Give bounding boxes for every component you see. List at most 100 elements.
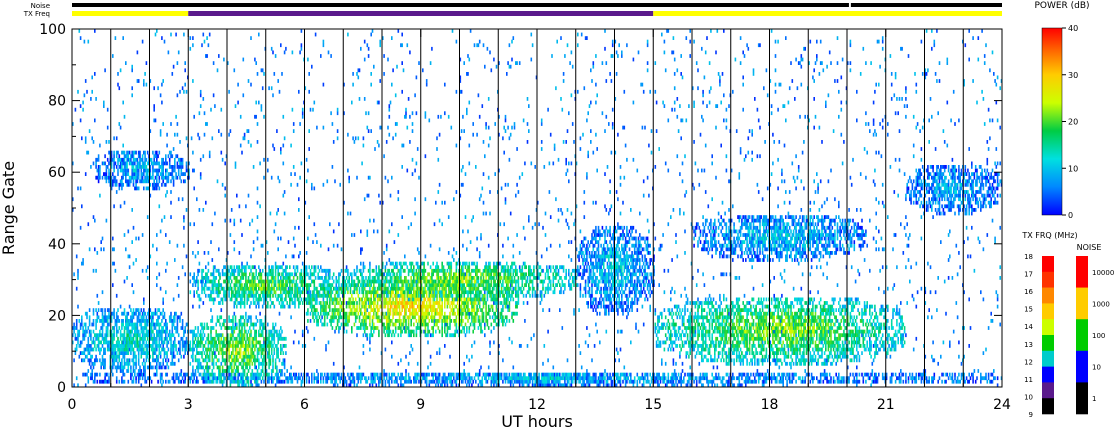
- echo-cell: [224, 193, 226, 198]
- echo-cell: [290, 182, 292, 187]
- echo-cell: [406, 43, 409, 48]
- echo-cell: [349, 304, 352, 309]
- echo-cell: [103, 322, 105, 327]
- echo-cell: [397, 190, 400, 194]
- echo-cell: [358, 301, 361, 305]
- echo-cell: [269, 354, 272, 359]
- echo-cell: [362, 136, 365, 141]
- echo-cell: [163, 315, 166, 320]
- echo-cell: [272, 93, 274, 98]
- echo-cell: [215, 329, 217, 334]
- echo-cell: [183, 243, 185, 248]
- echo-cell: [327, 279, 330, 284]
- echo-cell: [277, 268, 279, 273]
- echo-cell: [192, 365, 194, 370]
- echo-cell: [174, 258, 176, 262]
- echo-cell: [219, 369, 221, 373]
- echo-cell: [220, 132, 223, 137]
- echo-cell: [254, 276, 256, 280]
- echo-cell: [130, 179, 132, 184]
- echo-cell: [281, 297, 283, 302]
- echo-cell: [239, 361, 242, 366]
- echo-cell: [232, 290, 234, 295]
- echo-cell: [123, 365, 126, 370]
- echo-cell: [117, 72, 119, 76]
- echo-cell: [313, 372, 316, 377]
- echo-cell: [366, 336, 369, 341]
- echo-cell: [327, 311, 330, 316]
- echo-cell: [118, 340, 121, 345]
- echo-cell: [131, 283, 133, 287]
- echo-cell: [193, 276, 195, 280]
- echo-cell: [326, 379, 329, 384]
- echo-cell: [212, 272, 215, 277]
- echo-cell: [137, 236, 140, 241]
- echo-cell: [145, 82, 148, 87]
- echo-cell: [87, 369, 90, 373]
- echo-cell: [87, 379, 90, 384]
- echo-cell: [172, 376, 175, 381]
- echo-cell: [309, 268, 312, 273]
- echo-cell: [273, 147, 276, 151]
- echo-cell: [270, 329, 273, 334]
- echo-cell: [199, 104, 202, 108]
- echo-cell: [162, 379, 164, 384]
- echo-cell: [207, 261, 210, 266]
- echo-cell: [312, 315, 314, 320]
- echo-cell: [91, 354, 93, 359]
- echo-cell: [287, 379, 290, 384]
- echo-cell: [393, 240, 396, 244]
- echo-cell: [260, 272, 263, 277]
- echo-cell: [230, 297, 233, 302]
- echo-cell: [193, 272, 195, 277]
- echo-cell: [125, 175, 127, 180]
- echo-cell: [219, 322, 221, 327]
- echo-cell: [238, 204, 241, 209]
- echo-cell: [134, 372, 136, 377]
- echo-cell: [166, 354, 168, 359]
- echo-cell: [176, 154, 179, 159]
- echo-cell: [234, 286, 237, 291]
- echo-cell: [113, 311, 115, 316]
- echo-cell: [156, 361, 158, 366]
- echo-cell: [236, 304, 238, 309]
- echo-cell: [251, 369, 254, 373]
- echo-cell: [273, 376, 276, 381]
- echo-cell: [336, 243, 339, 248]
- echo-cell: [373, 229, 375, 234]
- echo-cell: [177, 333, 180, 338]
- echo-cell: [398, 315, 401, 320]
- echo-cell: [405, 369, 407, 373]
- echo-cell: [176, 161, 179, 166]
- echo-cell: [429, 243, 432, 248]
- echo-cell: [402, 283, 405, 287]
- echo-cell: [280, 43, 282, 48]
- echo-cell: [392, 268, 394, 273]
- echo-cell: [360, 326, 362, 330]
- echo-cell: [137, 315, 140, 320]
- echo-cell: [243, 333, 246, 338]
- echo-cell: [158, 186, 161, 191]
- echo-cell: [388, 333, 391, 338]
- echo-cell: [104, 308, 106, 312]
- echo-cell: [394, 329, 397, 334]
- echo-cell: [373, 322, 375, 327]
- echo-cell: [174, 340, 176, 345]
- echo-cell: [156, 311, 158, 316]
- echo-cell: [174, 379, 176, 384]
- echo-cell: [383, 376, 385, 381]
- echo-cell: [305, 379, 308, 384]
- echo-cell: [335, 276, 338, 280]
- echo-cell: [276, 365, 278, 370]
- echo-cell: [180, 372, 183, 377]
- echo-cell: [428, 272, 431, 277]
- echo-cell: [268, 265, 270, 270]
- echo-cell: [122, 36, 124, 40]
- echo-cell: [373, 329, 375, 334]
- echo-cell: [152, 365, 154, 370]
- echo-cell: [194, 326, 197, 330]
- echo-cell: [289, 265, 291, 270]
- echo-cell: [176, 351, 179, 355]
- echo-cell: [101, 326, 104, 330]
- echo-cell: [198, 208, 201, 212]
